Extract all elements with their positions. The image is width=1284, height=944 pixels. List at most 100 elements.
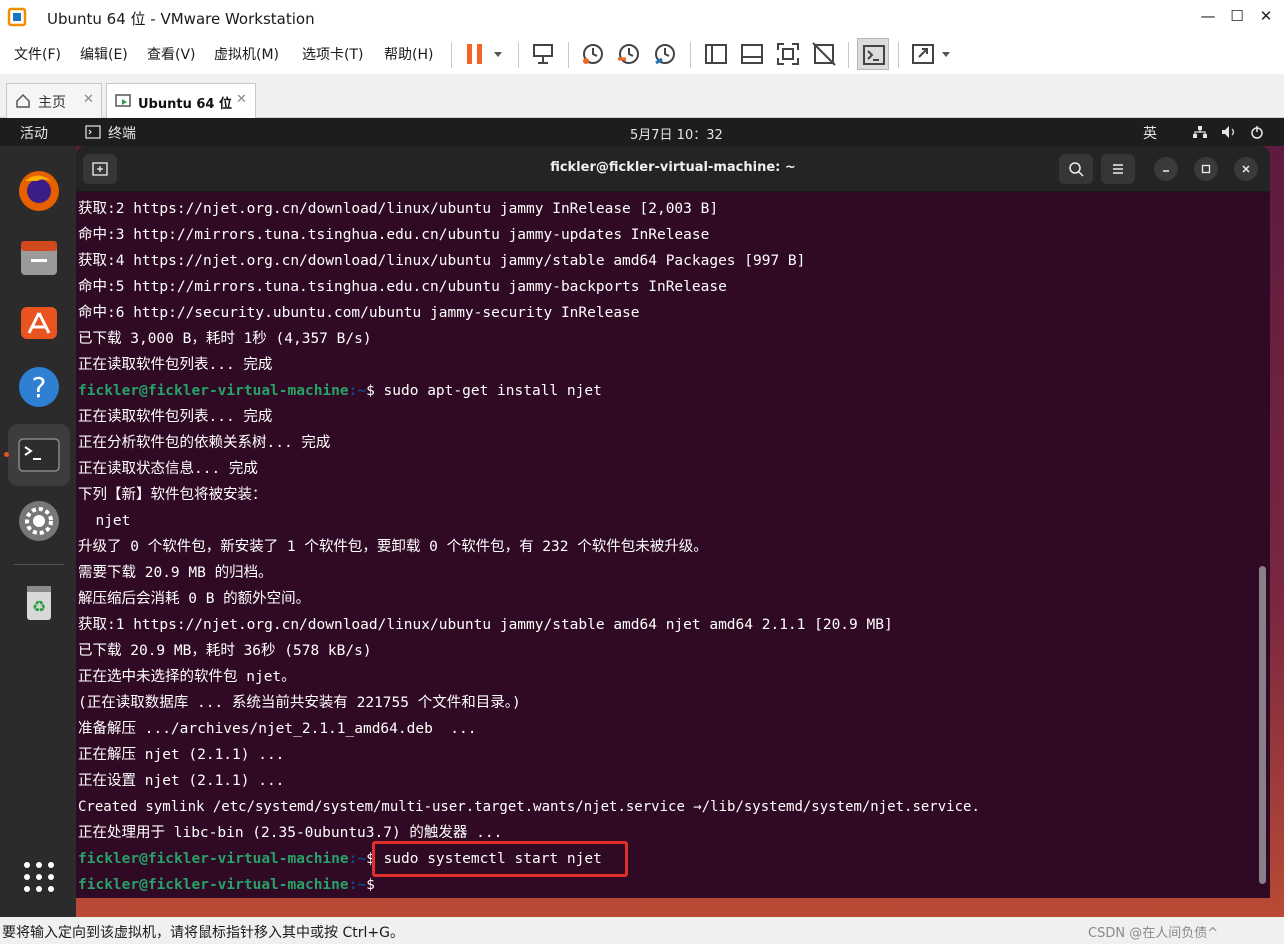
highlight-box — [372, 841, 628, 877]
toolbar-separator — [451, 42, 452, 68]
pause-icon[interactable] — [464, 42, 504, 66]
prompt-user: fickler@fickler-virtual-machine — [78, 383, 349, 399]
terminal-window[interactable]: fickler@fickler-virtual-machine: ~ 获取:2 … — [76, 146, 1270, 898]
tab-ubuntu-label: Ubuntu 64 位 — [138, 97, 232, 112]
menu-view[interactable]: 查看(V) — [147, 44, 196, 64]
input-method[interactable]: 英 — [1143, 123, 1157, 143]
output-line: 获取:1 https://njet.org.cn/download/linux/… — [78, 617, 893, 633]
snapshot-icon[interactable] — [580, 41, 606, 67]
watermark: CSDN @在人间负债^ — [1088, 926, 1219, 941]
tab-bar: 主页 ✕ Ubuntu 64 位 ✕ — [0, 74, 1284, 118]
firefox-launcher[interactable] — [8, 160, 70, 222]
scrollbar[interactable] — [1259, 566, 1266, 884]
close-window-button[interactable]: ✕ — [1254, 6, 1278, 26]
output-line: 命中:3 http://mirrors.tuna.tsinghua.edu.cn… — [78, 227, 710, 243]
dock: ? ♻ — [0, 146, 76, 917]
help-launcher[interactable]: ? — [8, 356, 70, 418]
output-line: 命中:6 http://security.ubuntu.com/ubuntu j… — [78, 305, 640, 321]
running-indicator — [4, 452, 9, 457]
toolbar-separator — [690, 42, 691, 68]
menu-button[interactable] — [1101, 154, 1135, 184]
status-message: 要将输入定向到该虚拟机，请将鼠标指针移入其中或按 Ctrl+G。 — [2, 925, 404, 941]
activities-button[interactable]: 活动 — [20, 123, 48, 143]
console-icon — [863, 45, 885, 65]
terminal-close-button[interactable] — [1234, 157, 1258, 181]
output-line: 获取:2 https://njet.org.cn/download/linux/… — [78, 201, 719, 217]
vmware-logo-icon — [7, 7, 27, 27]
snapshot-manager-icon[interactable] — [652, 41, 678, 67]
command-text: $ sudo apt-get install njet — [366, 383, 602, 399]
toolbar-separator — [568, 42, 569, 68]
menu-edit[interactable]: 编辑(E) — [80, 44, 128, 64]
terminal-icon — [18, 438, 60, 472]
stretch-guest-icon[interactable] — [910, 41, 956, 67]
close-icon — [1242, 165, 1250, 173]
terminal-launcher[interactable] — [8, 424, 70, 486]
output-line: 正在设置 njet (2.1.1) ... — [78, 773, 285, 789]
menu-toolbar: 文件(F) 编辑(E) 查看(V) 虚拟机(M) 选项卡(T) 帮助(H) — [0, 34, 1284, 74]
output-line: 正在分析软件包的依赖关系树... 完成 — [78, 435, 331, 451]
menu-tabs[interactable]: 选项卡(T) — [302, 44, 363, 64]
output-line: 正在解压 njet (2.1.1) ... — [78, 747, 285, 763]
files-icon — [21, 241, 57, 275]
prompt-user: fickler@fickler-virtual-machine — [78, 851, 349, 867]
revert-snapshot-icon[interactable] — [616, 41, 642, 67]
output-line: 正在读取软件包列表... 完成 — [78, 409, 273, 425]
output-line: (正在读取数据库 ... 系统当前共安装有 221755 个文件和目录。) — [78, 695, 521, 711]
files-launcher[interactable] — [8, 226, 70, 288]
output-line: 下列【新】软件包将被安装： — [78, 487, 267, 503]
menu-vm[interactable]: 虚拟机(M) — [214, 44, 279, 64]
terminal-maximize-button[interactable] — [1194, 157, 1218, 181]
output-line: njet — [78, 513, 131, 529]
tab-home-label: 主页 — [38, 95, 66, 111]
status-bar: 要将输入定向到该虚拟机，请将鼠标指针移入其中或按 Ctrl+G。 CSDN @在… — [0, 917, 1284, 944]
app-center-launcher[interactable] — [8, 290, 70, 352]
menu-file[interactable]: 文件(F) — [14, 44, 61, 64]
volume-icon[interactable] — [1220, 124, 1238, 140]
settings-launcher[interactable] — [8, 490, 70, 552]
maximize-icon — [1201, 164, 1211, 174]
svg-text:♻: ♻ — [32, 597, 46, 616]
close-tab-icon[interactable]: ✕ — [236, 92, 247, 107]
svg-text:?: ? — [32, 371, 47, 404]
command-line: fickler@fickler-virtual-machine:~$ sudo … — [78, 378, 602, 404]
output-line: 正在选中未选择的软件包 njet。 — [78, 669, 296, 685]
terminal-minimize-button[interactable] — [1154, 157, 1178, 181]
tab-ubuntu[interactable]: Ubuntu 64 位 ✕ — [106, 83, 256, 118]
minimize-icon — [1163, 170, 1169, 172]
library-view-icon[interactable] — [703, 41, 729, 67]
dock-separator — [14, 564, 64, 565]
trash-icon: ♻ — [27, 586, 51, 620]
trash-launcher[interactable]: ♻ — [8, 571, 70, 633]
send-ctrl-alt-del-icon[interactable] — [530, 41, 556, 67]
tab-home[interactable]: 主页 ✕ — [6, 83, 102, 118]
output-line: Created symlink /etc/systemd/system/mult… — [78, 799, 980, 815]
power-icon[interactable] — [1250, 124, 1264, 140]
app-center-icon — [21, 307, 57, 339]
network-icon[interactable] — [1192, 125, 1208, 139]
unity-mode-icon[interactable] — [811, 41, 837, 67]
window-title: Ubuntu 64 位 - VMware Workstation — [47, 10, 315, 28]
output-line: 获取:4 https://njet.org.cn/download/linux/… — [78, 253, 806, 269]
console-view-button[interactable] — [857, 38, 889, 70]
app-menu[interactable]: 终端 — [108, 123, 136, 143]
vmware-title-bar: Ubuntu 64 位 - VMware Workstation — ☐ ✕ — [0, 0, 1284, 34]
hamburger-icon — [1113, 164, 1123, 174]
command-text: $ — [366, 877, 375, 893]
output-line: 解压缩后会消耗 0 B 的额外空间。 — [78, 591, 311, 607]
minimize-button[interactable]: — — [1196, 6, 1220, 26]
command-line: fickler@fickler-virtual-machine:~$ — [78, 872, 375, 898]
apps-grid-icon — [24, 862, 54, 892]
terminal-output[interactable]: 获取:2 https://njet.org.cn/download/linux/… — [76, 196, 1252, 898]
maximize-button[interactable]: ☐ — [1225, 6, 1249, 26]
close-tab-icon[interactable]: ✕ — [83, 92, 94, 107]
fullscreen-icon[interactable] — [775, 41, 801, 67]
menu-help[interactable]: 帮助(H) — [384, 44, 433, 64]
output-line: 已下载 3,000 B，耗时 1秒 (4,357 B/s) — [78, 331, 372, 347]
clock[interactable]: 5月7日 10：32 — [630, 124, 723, 143]
thumbnail-view-icon[interactable] — [739, 41, 765, 67]
output-line: 升级了 0 个软件包，新安装了 1 个软件包，要卸载 0 个软件包，有 232 … — [78, 539, 708, 555]
show-apps-button[interactable] — [8, 846, 70, 908]
search-button[interactable] — [1059, 154, 1093, 184]
output-line: 正在读取状态信息... 完成 — [78, 461, 258, 477]
